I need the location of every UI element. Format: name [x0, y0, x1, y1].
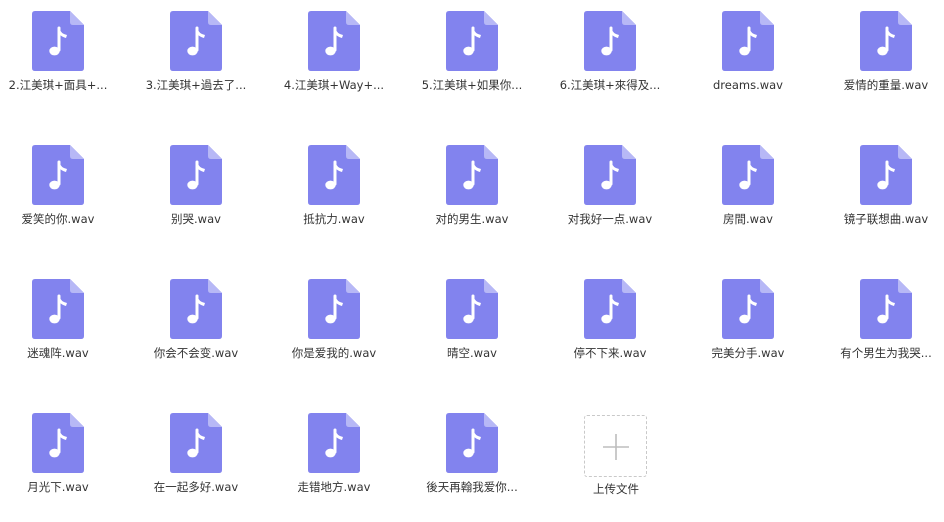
music-file-icon	[722, 279, 774, 339]
file-name: 6.江美琪+來得及...	[559, 78, 661, 92]
file-tile[interactable]: 6.江美琪+來得及...	[545, 0, 675, 120]
music-file-icon	[584, 279, 636, 339]
file-tile[interactable]: dreams.wav	[683, 0, 813, 120]
music-file-icon	[860, 145, 912, 205]
music-file-icon	[308, 279, 360, 339]
file-name: 停不下来.wav	[573, 346, 647, 360]
file-tile[interactable]: 5.江美琪+如果你...	[407, 0, 537, 120]
file-name: 3.江美琪+過去了...	[145, 78, 247, 92]
music-file-icon	[446, 145, 498, 205]
file-name: 4.江美琪+Way+...	[283, 78, 385, 92]
music-file-icon	[446, 413, 498, 473]
file-name: 2.江美琪+面具+...	[8, 78, 108, 92]
file-tile[interactable]: 爱笑的你.wav	[0, 134, 123, 254]
music-file-icon	[860, 11, 912, 71]
file-name: 房間.wav	[723, 212, 773, 226]
file-tile[interactable]: 对我好一点.wav	[545, 134, 675, 254]
music-file-icon	[170, 279, 222, 339]
file-name: 完美分手.wav	[711, 346, 785, 360]
file-tile[interactable]: 迷魂阵.wav	[0, 268, 123, 388]
music-file-icon	[170, 11, 222, 71]
file-name: 在一起多好.wav	[153, 480, 239, 494]
file-name: 别哭.wav	[171, 212, 221, 226]
upload-file-button[interactable]: 上传文件	[551, 402, 681, 522]
file-tile[interactable]: 走错地方.wav	[269, 402, 399, 522]
file-tile[interactable]: 3.江美琪+過去了...	[131, 0, 261, 120]
music-file-icon	[32, 279, 84, 339]
music-file-icon	[584, 11, 636, 71]
file-grid: 2.江美琪+面具+... 3.江美琪+過去了... 4.江美琪+Way+... 5.江…	[0, 0, 944, 515]
music-file-icon	[722, 11, 774, 71]
file-tile[interactable]: 在一起多好.wav	[131, 402, 261, 522]
file-tile[interactable]: 你会不会变.wav	[131, 268, 261, 388]
file-tile[interactable]: 晴空.wav	[407, 268, 537, 388]
file-tile[interactable]: 抵抗力.wav	[269, 134, 399, 254]
music-file-icon	[860, 279, 912, 339]
music-file-icon	[722, 145, 774, 205]
file-name: 对我好一点.wav	[567, 212, 653, 226]
file-tile[interactable]: 完美分手.wav	[683, 268, 813, 388]
music-file-icon	[32, 11, 84, 71]
file-tile[interactable]: 有个男生为我哭...	[821, 268, 944, 388]
file-tile[interactable]: 停不下来.wav	[545, 268, 675, 388]
file-tile[interactable]: 後天再翰我爱你...	[407, 402, 537, 522]
file-name: 对的男生.wav	[435, 212, 509, 226]
file-tile[interactable]: 月光下.wav	[0, 402, 123, 522]
file-name: 迷魂阵.wav	[27, 346, 89, 360]
music-file-icon	[308, 413, 360, 473]
upload-label: 上传文件	[593, 482, 639, 496]
upload-dropzone[interactable]	[584, 415, 647, 477]
music-file-icon	[308, 145, 360, 205]
file-tile[interactable]: 房間.wav	[683, 134, 813, 254]
file-name: 5.江美琪+如果你...	[421, 78, 523, 92]
music-file-icon	[308, 11, 360, 71]
file-name: 镜子联想曲.wav	[843, 212, 929, 226]
music-file-icon	[32, 413, 84, 473]
file-name: 走错地方.wav	[297, 480, 371, 494]
file-tile[interactable]: 你是爱我的.wav	[269, 268, 399, 388]
music-file-icon	[446, 279, 498, 339]
file-tile[interactable]: 爱情的重量.wav	[821, 0, 944, 120]
plus-icon	[603, 434, 629, 460]
music-file-icon	[584, 145, 636, 205]
file-name: 爱笑的你.wav	[21, 212, 95, 226]
file-name: 你是爱我的.wav	[291, 346, 377, 360]
file-tile[interactable]: 镜子联想曲.wav	[821, 134, 944, 254]
file-name: 月光下.wav	[27, 480, 89, 494]
music-file-icon	[446, 11, 498, 71]
file-tile[interactable]: 对的男生.wav	[407, 134, 537, 254]
music-file-icon	[32, 145, 84, 205]
file-name: dreams.wav	[712, 78, 783, 92]
file-name: 晴空.wav	[447, 346, 497, 360]
file-tile[interactable]: 4.江美琪+Way+...	[269, 0, 399, 120]
file-tile[interactable]: 2.江美琪+面具+...	[0, 0, 123, 120]
file-name: 有个男生为我哭...	[840, 346, 932, 360]
music-file-icon	[170, 413, 222, 473]
music-file-icon	[170, 145, 222, 205]
file-name: 爱情的重量.wav	[843, 78, 929, 92]
file-name: 你会不会变.wav	[153, 346, 239, 360]
file-tile[interactable]: 别哭.wav	[131, 134, 261, 254]
file-name: 抵抗力.wav	[303, 212, 365, 226]
file-name: 後天再翰我爱你...	[426, 480, 518, 494]
